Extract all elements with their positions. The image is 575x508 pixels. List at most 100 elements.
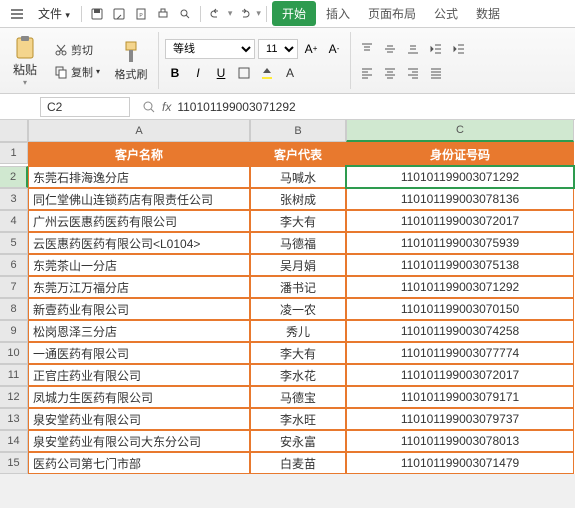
- row-header[interactable]: 3: [0, 188, 28, 210]
- redo-icon[interactable]: [234, 4, 254, 24]
- row-header[interactable]: 1: [0, 142, 28, 164]
- data-cell[interactable]: 同仁堂佛山连锁药店有限责任公司: [28, 188, 250, 210]
- align-center-button[interactable]: [380, 63, 400, 83]
- align-bottom-button[interactable]: [403, 39, 423, 59]
- data-cell[interactable]: 110101199003071292: [346, 276, 574, 298]
- tab-insert[interactable]: 插入: [318, 1, 358, 26]
- export-pdf-icon[interactable]: P: [131, 4, 151, 24]
- header-cell[interactable]: 客户代表: [250, 142, 346, 166]
- data-cell[interactable]: 安永富: [250, 430, 346, 452]
- print-preview-icon[interactable]: [175, 4, 195, 24]
- row-header[interactable]: 14: [0, 430, 28, 452]
- data-cell[interactable]: 110101199003071292: [346, 166, 574, 188]
- data-cell[interactable]: 新壹药业有限公司: [28, 298, 250, 320]
- undo-icon[interactable]: [206, 4, 226, 24]
- col-header-A[interactable]: A: [28, 120, 250, 142]
- row-header[interactable]: 11: [0, 364, 28, 386]
- row-header[interactable]: 13: [0, 408, 28, 430]
- format-painter-button[interactable]: 格式刷: [110, 32, 152, 89]
- data-cell[interactable]: 李水旺: [250, 408, 346, 430]
- data-cell[interactable]: 凤城力生医药有限公司: [28, 386, 250, 408]
- formula-input[interactable]: 110101199003071292: [177, 100, 569, 114]
- paste-button[interactable]: 粘贴 ▾: [6, 32, 44, 89]
- col-header-B[interactable]: B: [250, 120, 346, 142]
- data-cell[interactable]: 李大有: [250, 342, 346, 364]
- col-header-C[interactable]: C: [346, 120, 574, 142]
- tab-data[interactable]: 数据: [468, 1, 508, 26]
- data-cell[interactable]: 马喊水: [250, 166, 346, 188]
- select-all-corner[interactable]: [0, 120, 28, 142]
- align-top-button[interactable]: [357, 39, 377, 59]
- header-cell[interactable]: 客户名称: [28, 142, 250, 166]
- row-header[interactable]: 4: [0, 210, 28, 232]
- file-menu[interactable]: 文件 ▾: [32, 1, 76, 26]
- font-color-button[interactable]: A: [280, 63, 300, 83]
- row-header[interactable]: 15: [0, 452, 28, 474]
- data-cell[interactable]: 110101199003074258: [346, 320, 574, 342]
- tab-start[interactable]: 开始: [272, 1, 316, 26]
- data-cell[interactable]: 一通医药有限公司: [28, 342, 250, 364]
- data-cell[interactable]: 东莞万江万福分店: [28, 276, 250, 298]
- data-cell[interactable]: 东莞石排海逸分店: [28, 166, 250, 188]
- data-cell[interactable]: 泉安堂药业有限公司大东分公司: [28, 430, 250, 452]
- data-cell[interactable]: 110101199003072017: [346, 210, 574, 232]
- row-header[interactable]: 2: [0, 166, 28, 188]
- app-menu-icon[interactable]: [4, 3, 30, 25]
- row-header[interactable]: 5: [0, 232, 28, 254]
- save-icon[interactable]: [87, 4, 107, 24]
- decrease-font-button[interactable]: A-: [324, 39, 344, 59]
- data-cell[interactable]: 110101199003072017: [346, 364, 574, 386]
- row-header[interactable]: 9: [0, 320, 28, 342]
- data-cell[interactable]: 云医惠药医药有限公司<L0104>: [28, 232, 250, 254]
- underline-button[interactable]: U: [211, 63, 231, 83]
- data-cell[interactable]: 110101199003079171: [346, 386, 574, 408]
- data-cell[interactable]: 医药公司第七门市部: [28, 452, 250, 474]
- zoom-icon[interactable]: [142, 100, 156, 114]
- row-header[interactable]: 10: [0, 342, 28, 364]
- row-header[interactable]: 8: [0, 298, 28, 320]
- increase-indent-button[interactable]: [449, 39, 469, 59]
- data-cell[interactable]: 110101199003079737: [346, 408, 574, 430]
- data-cell[interactable]: 110101199003078013: [346, 430, 574, 452]
- data-cell[interactable]: 松岗恩泽三分店: [28, 320, 250, 342]
- spreadsheet-grid[interactable]: ABC1客户名称客户代表身份证号码2东莞石排海逸分店马喊水11010119900…: [0, 120, 575, 474]
- data-cell[interactable]: 马德宝: [250, 386, 346, 408]
- data-cell[interactable]: 凌一农: [250, 298, 346, 320]
- justify-button[interactable]: [426, 63, 446, 83]
- name-box[interactable]: C2: [40, 97, 130, 117]
- data-cell[interactable]: 李大有: [250, 210, 346, 232]
- data-cell[interactable]: 110101199003075138: [346, 254, 574, 276]
- data-cell[interactable]: 李水花: [250, 364, 346, 386]
- data-cell[interactable]: 东莞茶山一分店: [28, 254, 250, 276]
- data-cell[interactable]: 110101199003070150: [346, 298, 574, 320]
- data-cell[interactable]: 110101199003075939: [346, 232, 574, 254]
- data-cell[interactable]: 泉安堂药业有限公司: [28, 408, 250, 430]
- row-header[interactable]: 6: [0, 254, 28, 276]
- tab-formula[interactable]: 公式: [426, 1, 466, 26]
- data-cell[interactable]: 马德福: [250, 232, 346, 254]
- save-as-icon[interactable]: [109, 4, 129, 24]
- data-cell[interactable]: 潘书记: [250, 276, 346, 298]
- bold-button[interactable]: B: [165, 63, 185, 83]
- decrease-indent-button[interactable]: [426, 39, 446, 59]
- align-middle-button[interactable]: [380, 39, 400, 59]
- cut-button[interactable]: 剪切: [50, 40, 104, 60]
- data-cell[interactable]: 张树成: [250, 188, 346, 210]
- row-header[interactable]: 12: [0, 386, 28, 408]
- border-button[interactable]: [234, 63, 254, 83]
- increase-font-button[interactable]: A+: [301, 39, 321, 59]
- italic-button[interactable]: I: [188, 63, 208, 83]
- font-size-select[interactable]: 11: [258, 39, 298, 59]
- data-cell[interactable]: 110101199003078136: [346, 188, 574, 210]
- data-cell[interactable]: 110101199003077774: [346, 342, 574, 364]
- tab-layout[interactable]: 页面布局: [360, 1, 424, 26]
- header-cell[interactable]: 身份证号码: [346, 142, 574, 166]
- align-left-button[interactable]: [357, 63, 377, 83]
- data-cell[interactable]: 正官庄药业有限公司: [28, 364, 250, 386]
- data-cell[interactable]: 秀儿: [250, 320, 346, 342]
- fx-label[interactable]: fx: [162, 100, 171, 114]
- data-cell[interactable]: 白麦苗: [250, 452, 346, 474]
- row-header[interactable]: 7: [0, 276, 28, 298]
- fill-color-button[interactable]: [257, 63, 277, 83]
- data-cell[interactable]: 广州云医惠药医药有限公司: [28, 210, 250, 232]
